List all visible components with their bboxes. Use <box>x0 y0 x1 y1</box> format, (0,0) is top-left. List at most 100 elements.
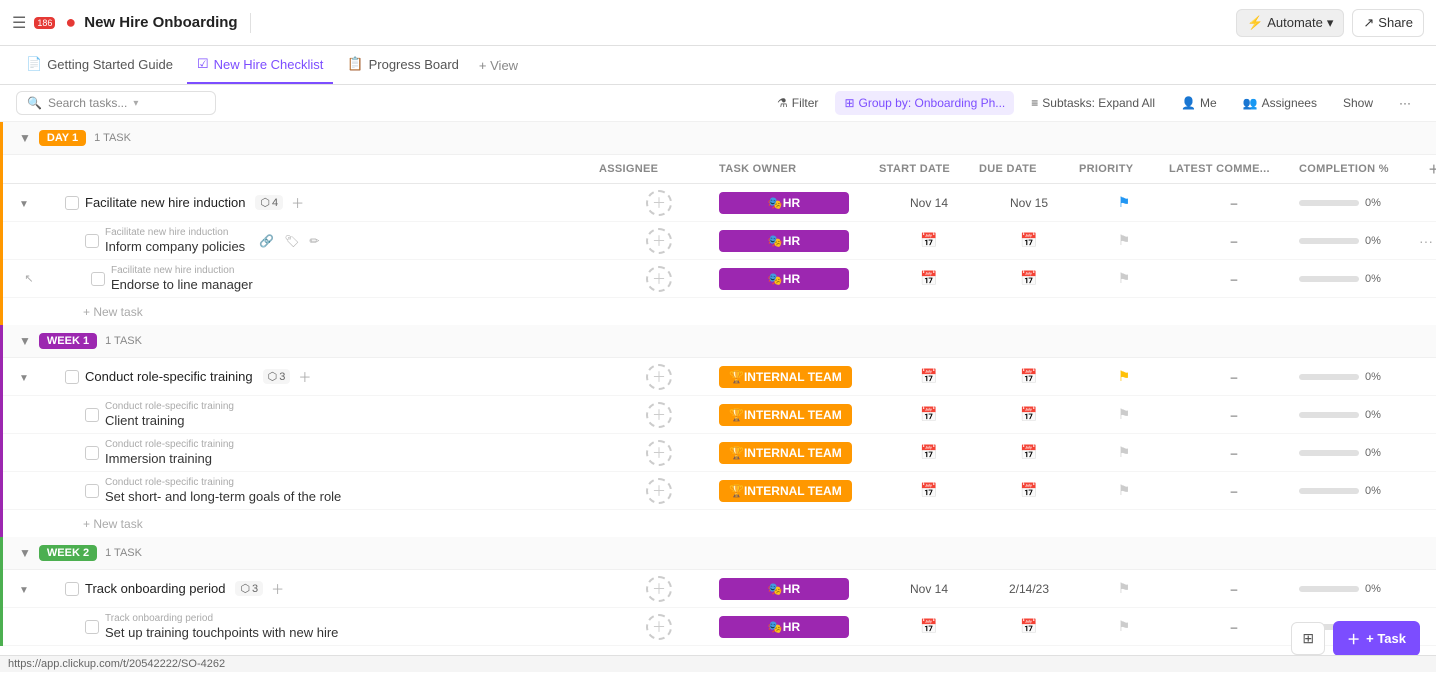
tab-add-view[interactable]: + View <box>473 50 524 81</box>
owner-badge-facilitate[interactable]: 🎭HR <box>719 192 849 214</box>
due-date-endorse[interactable]: 📅 <box>979 270 1079 287</box>
due-date-conduct[interactable]: 📅 <box>979 368 1079 385</box>
more-options-button[interactable]: ··· <box>1390 91 1420 115</box>
more-options-inform[interactable]: ··· <box>1419 233 1436 249</box>
new-task-btn-day1[interactable]: + New task <box>83 305 143 319</box>
priority-inform[interactable]: ⚑ <box>1079 232 1169 249</box>
task-checkbox-facilitate[interactable] <box>65 196 79 210</box>
avatar-client[interactable]: ＋ <box>646 402 672 428</box>
subtask-count-track[interactable]: ⬡ 3 <box>235 581 263 596</box>
show-button[interactable]: Show <box>1334 91 1382 115</box>
start-date-touchpoints[interactable]: 📅 <box>879 618 979 635</box>
add-task-button[interactable]: ＋ + Task <box>1333 621 1420 656</box>
start-date-immersion[interactable]: 📅 <box>879 444 979 461</box>
tab-new-hire-checklist[interactable]: ☑ New Hire Checklist <box>187 46 333 84</box>
tab-getting-started[interactable]: 📄 Getting Started Guide <box>16 46 183 84</box>
owner-badge-conduct[interactable]: 🏆INTERNAL TEAM <box>719 366 852 388</box>
group-icon: ⊞ <box>844 96 854 110</box>
add-subtask-facilitate[interactable]: ＋ <box>291 193 304 212</box>
owner-badge-inform[interactable]: 🎭HR <box>719 230 849 252</box>
subtask-count-conduct[interactable]: ⬡ 3 <box>263 369 291 384</box>
tabs-bar: 📄 Getting Started Guide ☑ New Hire Check… <box>0 46 1436 85</box>
subtask-count-facilitate[interactable]: ⬡ 4 <box>255 195 283 210</box>
avatar-inform[interactable]: ＋ <box>646 228 672 254</box>
completion-conduct: 0% <box>1299 371 1419 383</box>
owner-touchpoints: 🎭HR <box>719 616 879 638</box>
avatar-goals[interactable]: ＋ <box>646 478 672 504</box>
start-date-inform[interactable]: 📅 <box>879 232 979 249</box>
owner-badge-track[interactable]: 🎭HR <box>719 578 849 600</box>
list-view-button[interactable]: ⊞ <box>1291 622 1325 655</box>
assignee-endorse[interactable]: ＋ <box>599 266 719 292</box>
group-by-button[interactable]: ⊞ Group by: Onboarding Ph... <box>835 91 1014 115</box>
due-date-client[interactable]: 📅 <box>979 406 1079 423</box>
assignee-touchpoints[interactable]: ＋ <box>599 614 719 640</box>
priority-conduct[interactable]: ⚑ <box>1079 368 1169 385</box>
start-date-endorse[interactable]: 📅 <box>879 270 979 287</box>
add-subtask-conduct[interactable]: ＋ <box>298 367 311 386</box>
section-day1-toggle[interactable]: ▼ <box>19 131 31 145</box>
expand-toggle-track[interactable]: ▼ <box>19 585 29 596</box>
assignee-inform[interactable]: ＋ <box>599 228 719 254</box>
new-task-btn-week1[interactable]: + New task <box>83 517 143 531</box>
assignee-facilitate[interactable]: ＋ <box>599 190 719 216</box>
priority-endorse[interactable]: ⚑ <box>1079 270 1169 287</box>
due-date-touchpoints[interactable]: 📅 <box>979 618 1079 635</box>
owner-badge-touchpoints[interactable]: 🎭HR <box>719 616 849 638</box>
comment-touchpoints: – <box>1169 620 1299 634</box>
assignee-immersion[interactable]: ＋ <box>599 440 719 466</box>
avatar-conduct[interactable]: ＋ <box>646 364 672 390</box>
expand-toggle-facilitate[interactable]: ▼ <box>19 199 29 210</box>
task-checkbox-track[interactable] <box>65 582 79 596</box>
automate-button[interactable]: ⚡ Automate ▾ <box>1236 9 1344 37</box>
assignees-button[interactable]: 👥 Assignees <box>1234 91 1326 115</box>
avatar-endorse[interactable]: ＋ <box>646 266 672 292</box>
share-button[interactable]: ↗ Share <box>1352 9 1424 37</box>
priority-facilitate[interactable]: ⚑ <box>1079 194 1169 211</box>
menu-icon[interactable]: ☰ <box>12 13 26 33</box>
assignee-conduct[interactable]: ＋ <box>599 364 719 390</box>
task-checkbox-goals[interactable] <box>85 484 99 498</box>
priority-immersion[interactable]: ⚑ <box>1079 444 1169 461</box>
priority-goals[interactable]: ⚑ <box>1079 482 1169 499</box>
due-date-inform[interactable]: 📅 <box>979 232 1079 249</box>
filter-button[interactable]: ⚗ Filter <box>768 91 827 115</box>
priority-touchpoints[interactable]: ⚑ <box>1079 618 1169 635</box>
expand-toggle-conduct[interactable]: ▼ <box>19 373 29 384</box>
avatar-touchpoints[interactable]: ＋ <box>646 614 672 640</box>
avatar-facilitate[interactable]: ＋ <box>646 190 672 216</box>
assignee-goals[interactable]: ＋ <box>599 478 719 504</box>
due-date-goals[interactable]: 📅 <box>979 482 1079 499</box>
priority-client[interactable]: ⚑ <box>1079 406 1169 423</box>
task-checkbox-touchpoints[interactable] <box>85 620 99 634</box>
start-date-goals[interactable]: 📅 <box>879 482 979 499</box>
add-subtask-track[interactable]: ＋ <box>271 579 284 598</box>
due-date-immersion[interactable]: 📅 <box>979 444 1079 461</box>
task-checkbox-endorse[interactable] <box>91 272 105 286</box>
section-week2-toggle[interactable]: ▼ <box>19 546 31 560</box>
priority-track[interactable]: ⚑ <box>1079 580 1169 597</box>
owner-badge-immersion[interactable]: 🏆INTERNAL TEAM <box>719 442 852 464</box>
start-date-client[interactable]: 📅 <box>879 406 979 423</box>
task-checkbox-conduct[interactable] <box>65 370 79 384</box>
tag-icon-inform[interactable]: 🏷 <box>284 234 299 248</box>
link-icon-inform[interactable]: 🔗 <box>259 234 274 248</box>
avatar-track[interactable]: ＋ <box>646 576 672 602</box>
me-button[interactable]: 👤 Me <box>1172 91 1226 115</box>
section-week1-toggle[interactable]: ▼ <box>19 334 31 348</box>
task-checkbox-client[interactable] <box>85 408 99 422</box>
owner-badge-goals[interactable]: 🏆INTERNAL TEAM <box>719 480 852 502</box>
task-checkbox-immersion[interactable] <box>85 446 99 460</box>
edit-icon-inform[interactable]: ✏ <box>309 234 319 248</box>
assignee-track[interactable]: ＋ <box>599 576 719 602</box>
search-box[interactable]: 🔍 Search tasks... ▾ <box>16 91 216 115</box>
owner-badge-client[interactable]: 🏆INTERNAL TEAM <box>719 404 852 426</box>
assignee-client[interactable]: ＋ <box>599 402 719 428</box>
tab-progress-board[interactable]: 📋 Progress Board <box>337 46 469 84</box>
owner-badge-endorse[interactable]: 🎭HR <box>719 268 849 290</box>
task-checkbox-inform[interactable] <box>85 234 99 248</box>
subtasks-button[interactable]: ≡ Subtasks: Expand All <box>1022 91 1164 115</box>
col-add-button[interactable]: ＋ <box>1419 161 1436 177</box>
avatar-immersion[interactable]: ＋ <box>646 440 672 466</box>
start-date-conduct[interactable]: 📅 <box>879 368 979 385</box>
